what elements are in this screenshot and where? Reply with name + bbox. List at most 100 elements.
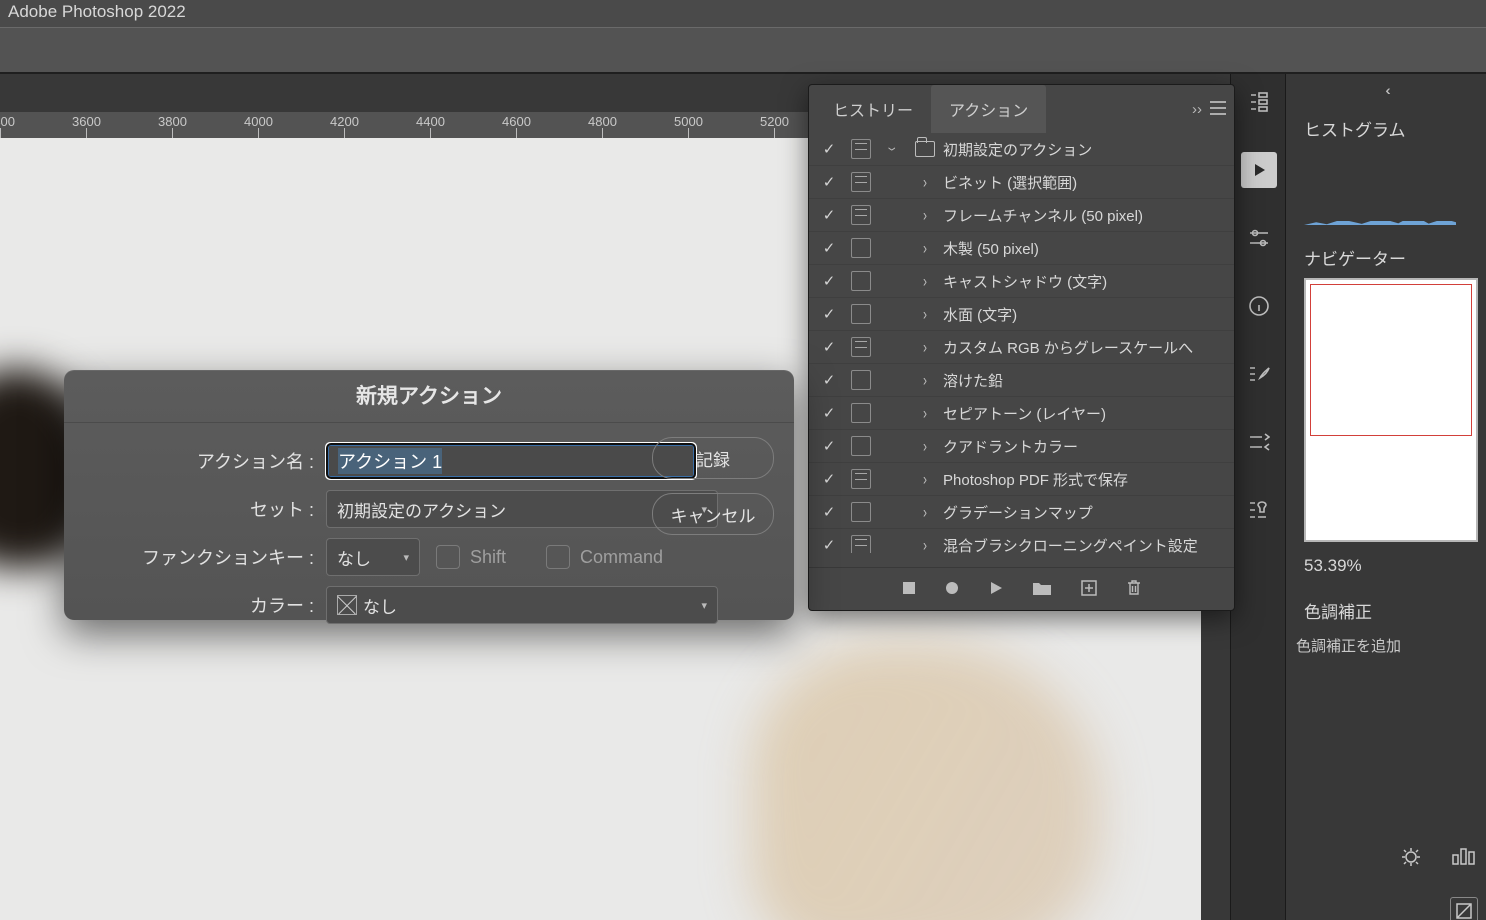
trash-icon[interactable] <box>1127 580 1141 599</box>
brightness-contrast-icon[interactable] <box>1400 846 1422 871</box>
new-set-folder-icon[interactable] <box>1033 581 1051 598</box>
caret-right-icon[interactable]: › <box>923 271 927 291</box>
caret-right-icon[interactable]: › <box>923 502 927 522</box>
stop-icon[interactable] <box>903 581 915 597</box>
check-icon[interactable]: ✓ <box>823 206 836 224</box>
cancel-button[interactable]: キャンセル <box>652 493 774 535</box>
caret-right-icon[interactable]: › <box>923 403 927 423</box>
levels-icon[interactable] <box>1452 846 1476 871</box>
function-key-select[interactable]: なし ▾ <box>326 538 420 576</box>
toggle-dialog-icon[interactable] <box>851 271 871 291</box>
record-button[interactable]: 記録 <box>652 437 774 479</box>
toggle-dialog-icon[interactable] <box>851 535 871 553</box>
action-row[interactable]: ✓ › カスタム RGB からグレースケールへ <box>809 331 1234 364</box>
clone-source-icon[interactable] <box>1241 424 1277 460</box>
toggle-dialog-icon[interactable] <box>851 139 871 159</box>
action-row[interactable]: ✓›クアドラントカラー <box>809 430 1234 463</box>
caret-right-icon[interactable]: › <box>923 238 927 258</box>
tab-history[interactable]: ヒストリー <box>815 85 931 133</box>
toggle-dialog-icon[interactable] <box>851 403 871 423</box>
chevron-down-icon: ▾ <box>701 599 707 612</box>
caret-right-icon[interactable]: › <box>923 337 927 357</box>
toggle-dialog-icon[interactable] <box>851 502 871 522</box>
action-row[interactable]: ✓ › セピアトーン (レイヤー) <box>809 397 1234 430</box>
caret-right-icon[interactable]: › <box>923 304 927 324</box>
check-icon[interactable]: ✓ <box>823 536 836 553</box>
action-label: セピアトーン (レイヤー) <box>941 403 1230 424</box>
caret-right-icon[interactable]: › <box>923 172 927 192</box>
sliders-icon[interactable] <box>1241 220 1277 256</box>
action-row[interactable]: ✓ › 木製 (50 pixel) <box>809 232 1234 265</box>
check-icon[interactable]: ✓ <box>823 272 836 290</box>
toggle-dialog-icon[interactable] <box>851 337 871 357</box>
action-row[interactable]: ✓›水面 (文字) <box>809 298 1234 331</box>
tab-navigator[interactable]: ナビゲーター <box>1304 245 1480 270</box>
check-icon[interactable]: ✓ <box>823 173 836 191</box>
caret-right-icon[interactable]: › <box>923 535 927 553</box>
toggle-dialog-icon[interactable] <box>851 436 871 456</box>
toggle-dialog-icon[interactable] <box>851 238 871 258</box>
new-action-icon[interactable] <box>1081 580 1097 599</box>
action-row[interactable]: ✓ › Photoshop PDF 形式で保存 <box>809 463 1234 496</box>
check-icon[interactable]: ✓ <box>823 239 836 257</box>
check-icon[interactable]: ✓ <box>823 404 836 422</box>
tab-actions[interactable]: アクション <box>931 85 1046 133</box>
collapsed-panel-strip <box>1230 74 1286 920</box>
stamp-panel-icon[interactable] <box>1241 492 1277 528</box>
action-name-label: アクション名 : <box>64 448 326 474</box>
action-row[interactable]: ✓›キャストシャドウ (文字) <box>809 265 1234 298</box>
shift-checkbox[interactable] <box>436 545 460 569</box>
record-icon[interactable] <box>945 581 959 598</box>
action-row[interactable]: ✓›ビネット (選択範囲) <box>809 166 1234 199</box>
action-row[interactable]: ✓›フレームチャンネル (50 pixel) <box>809 199 1234 232</box>
action-label: カスタム RGB からグレースケールへ <box>941 337 1230 358</box>
action-row[interactable]: ✓ › 初期設定のアクション <box>809 133 1234 166</box>
adjustments-hint: 色調補正を追加 <box>1296 635 1486 656</box>
toggle-dialog-icon[interactable] <box>851 172 871 192</box>
toggle-dialog-icon[interactable] <box>851 370 871 390</box>
caret-right-icon[interactable]: › <box>923 436 927 456</box>
tab-adjustments[interactable]: 色調補正 <box>1304 598 1486 623</box>
toggle-dialog-icon[interactable] <box>851 304 871 324</box>
actions-footer <box>809 567 1234 610</box>
color-select-value: なし <box>363 593 397 618</box>
play-run-icon[interactable] <box>989 581 1003 598</box>
histogram-display <box>1304 203 1476 225</box>
brush-panel-icon[interactable] <box>1241 356 1277 392</box>
tab-histogram[interactable]: ヒストグラム <box>1304 116 1486 141</box>
caret-right-icon[interactable]: › <box>923 469 927 489</box>
check-icon[interactable]: ✓ <box>823 470 836 488</box>
caret-right-icon[interactable]: › <box>923 370 927 390</box>
caret-down-icon[interactable]: › <box>883 147 903 151</box>
action-label: グラデーションマップ <box>941 502 1230 523</box>
histogram-graph <box>1304 211 1456 225</box>
navigator-thumbnail[interactable] <box>1304 278 1478 542</box>
panel-menu-icon[interactable] <box>1208 101 1228 118</box>
panel-tabstrip: ヒストリー アクション ›› <box>809 85 1234 133</box>
action-set-label: 初期設定のアクション <box>941 139 1230 160</box>
panel-icon[interactable] <box>1241 84 1277 120</box>
check-icon[interactable]: ✓ <box>823 437 836 455</box>
action-row[interactable]: ✓ › グラデーションマップ <box>809 496 1234 529</box>
expand-panel-icon[interactable]: ›› <box>1186 101 1208 118</box>
toggle-dialog-icon[interactable] <box>851 469 871 489</box>
action-label: Photoshop PDF 形式で保存 <box>941 469 1230 490</box>
check-icon[interactable]: ✓ <box>823 305 836 323</box>
info-icon[interactable] <box>1241 288 1277 324</box>
action-row[interactable]: ✓›溶けた鉛 <box>809 364 1234 397</box>
bottom-right-button[interactable] <box>1450 897 1478 920</box>
color-select[interactable]: なし ▾ <box>326 586 718 624</box>
play-icon[interactable] <box>1241 152 1277 188</box>
action-label: 木製 (50 pixel) <box>941 238 1230 259</box>
collapse-right-icon[interactable]: ‹‹ <box>1286 82 1486 98</box>
toggle-dialog-icon[interactable] <box>851 205 871 225</box>
zoom-level[interactable]: 53.39% <box>1304 556 1486 576</box>
check-icon[interactable]: ✓ <box>823 503 836 521</box>
command-checkbox[interactable] <box>546 545 570 569</box>
caret-right-icon[interactable]: › <box>923 205 927 225</box>
check-icon[interactable]: ✓ <box>823 140 836 158</box>
check-icon[interactable]: ✓ <box>823 338 836 356</box>
check-icon[interactable]: ✓ <box>823 371 836 389</box>
action-row[interactable]: ✓›混合ブラシクローニングペイント設定 <box>809 529 1234 553</box>
action-name-input[interactable] <box>326 443 696 479</box>
